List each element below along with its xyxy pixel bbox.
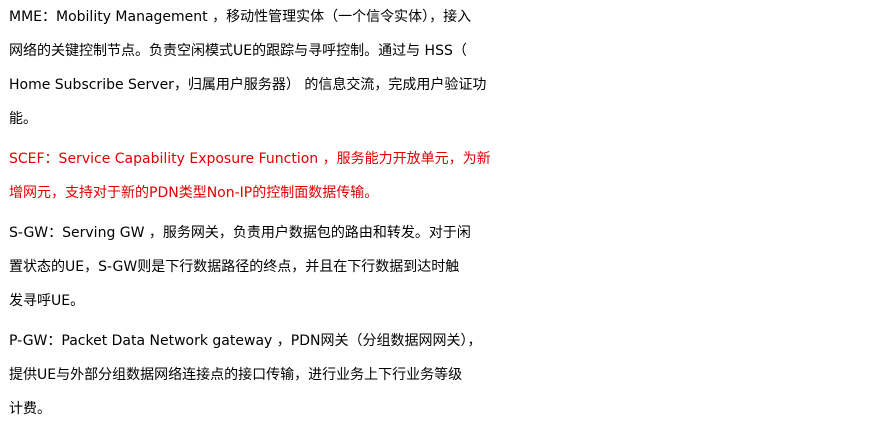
paragraph-sgw: S-GW：Serving GW ，服务网关，负责用户数据包的路由和转发。对于闲 … [9,216,896,318]
paragraph-line: 能。 [9,111,37,127]
paragraph-line: 网络的关键控制节点。负责空闲模式UE的跟踪与寻呼控制。通过与 HSS（ [9,43,467,59]
paragraph-line: Home Subscribe Server，归属用户服务器） 的信息交流，完成用… [9,77,487,93]
paragraph-line: 增网元，支持对于新的PDN类型Non-IP的控制面数据传输。 [9,185,379,201]
paragraph-line: MME：Mobility Management ，移动性管理实体（一个信令实体）… [9,9,472,25]
paragraph-line: 发寻呼UE。 [9,293,85,309]
document-body: MME：Mobility Management ，移动性管理实体（一个信令实体）… [0,0,896,417]
paragraph-line: SCEF：Service Capability Exposure Functio… [9,151,491,167]
paragraph-line: 提供UE与外部分组数据网络连接点的接口传输，进行业务上下行业务等级 [9,367,463,383]
paragraph-pgw: P-GW：Packet Data Network gateway ，PDN网关（… [9,324,896,426]
paragraph-mme: MME：Mobility Management ，移动性管理实体（一个信令实体）… [9,0,896,136]
paragraph-line: P-GW：Packet Data Network gateway ，PDN网关（… [9,333,482,349]
paragraph-line: 置状态的UE，S-GW则是下行数据路径的终点，并且在下行数据到达时触 [9,259,460,275]
paragraph-scef: SCEF：Service Capability Exposure Functio… [9,142,896,210]
paragraph-line: S-GW：Serving GW ，服务网关，负责用户数据包的路由和转发。对于闲 [9,225,471,241]
paragraph-line: 计费。 [9,401,51,417]
